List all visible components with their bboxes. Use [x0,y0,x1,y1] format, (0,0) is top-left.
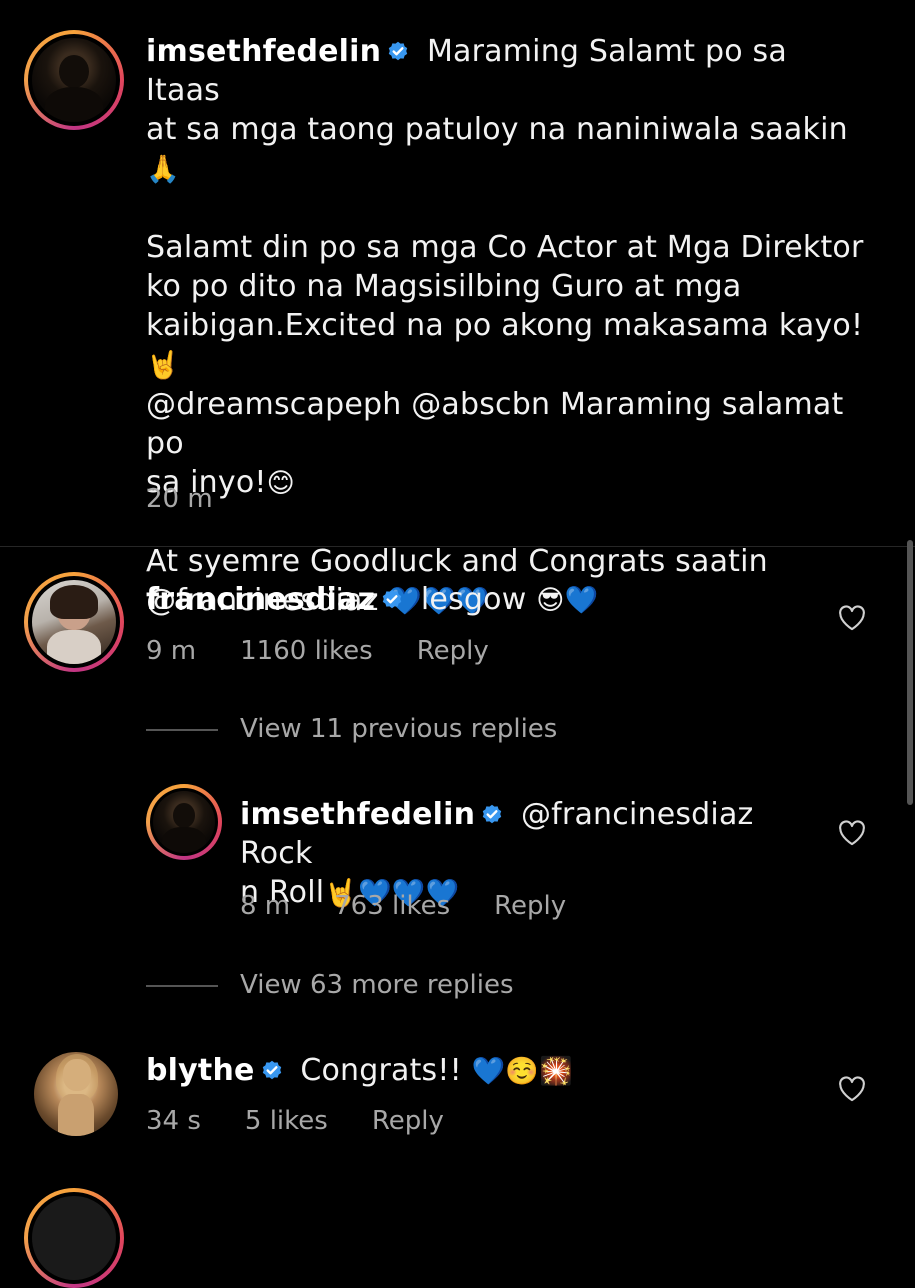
post-caption: imsethfedelin Maraming Salamt po sa Itaa… [146,32,866,621]
verified-badge-icon [385,38,411,64]
commenter-avatar[interactable] [24,572,124,672]
section-divider [0,546,915,547]
comment-text: Congrats!! [300,1053,462,1088]
caption-line-8: At syemre Goodluck and Congrats saatin [146,544,768,579]
comment-body: francinesdiaz lesgow 😎💙 [146,580,598,620]
post-author-username[interactable]: imsethfedelin [146,34,381,69]
reply-username[interactable]: imsethfedelin [240,797,475,832]
scrollbar[interactable] [907,540,913,805]
view-replies-line [146,729,218,731]
caption-line-3: Salamt din po sa mga Co Actor at Mga Dir… [146,230,864,265]
comment-meta: 9 m 1160 likes Reply [146,636,533,666]
mention-abscbn[interactable]: @abscbn [411,387,550,422]
next-commenter-avatar[interactable] [24,1188,124,1288]
comment-time: 9 m [146,636,197,666]
post-author-avatar[interactable] [24,30,124,130]
commenter-avatar[interactable] [34,1052,118,1136]
comment-emoji: 😎💙 [536,585,599,616]
reply-likes[interactable]: 763 likes [334,891,450,921]
reply-meta: 8 m 763 likes Reply [240,891,610,921]
pray-emoji: 🙏 [146,154,180,185]
verified-badge-icon [379,586,405,612]
post-time: 20 m [146,484,213,514]
rock-emoji: 🤘 [146,350,180,381]
mention-dreamscapeph[interactable]: @dreamscapeph [146,387,401,422]
reply-text-line1: Rock [240,836,313,871]
verified-badge-icon [259,1057,285,1083]
comment-emoji: 💙☺️🎇 [471,1056,574,1087]
comment-username[interactable]: francinesdiaz [146,582,375,617]
comment-likes[interactable]: 1160 likes [240,636,373,666]
comment-meta: 34 s 5 likes Reply [146,1106,488,1136]
view-previous-replies[interactable]: View 11 previous replies [240,714,557,744]
smile-emoji: 😊 [266,468,295,499]
reply-author-avatar[interactable] [146,784,222,860]
view-replies-line [146,985,218,987]
verified-badge-icon [479,801,505,827]
heart-outline-icon[interactable] [838,605,866,631]
comment-body: blythe Congrats!! 💙☺️🎇 [146,1051,573,1091]
comment-text: lesgow [420,582,527,617]
heart-outline-icon[interactable] [838,1076,866,1102]
view-more-replies[interactable]: View 63 more replies [240,970,514,1000]
comment-time: 34 s [146,1106,201,1136]
caption-line-2: at sa mga taong patuloy na naniniwala sa… [146,112,848,147]
comment-reply-button[interactable]: Reply [417,636,489,666]
comment-reply-button[interactable]: Reply [372,1106,444,1136]
heart-outline-icon[interactable] [838,820,866,846]
reply-time: 8 m [240,891,291,921]
reply-reply-button[interactable]: Reply [494,891,566,921]
comment-likes[interactable]: 5 likes [245,1106,328,1136]
caption-line-5: kaibigan.Excited na po akong makasama ka… [146,308,864,343]
comment-username[interactable]: blythe [146,1053,255,1088]
caption-line-4: ko po dito na Magsisilbing Guro at mga [146,269,742,304]
reply-mention[interactable]: @francinesdiaz [521,797,754,832]
